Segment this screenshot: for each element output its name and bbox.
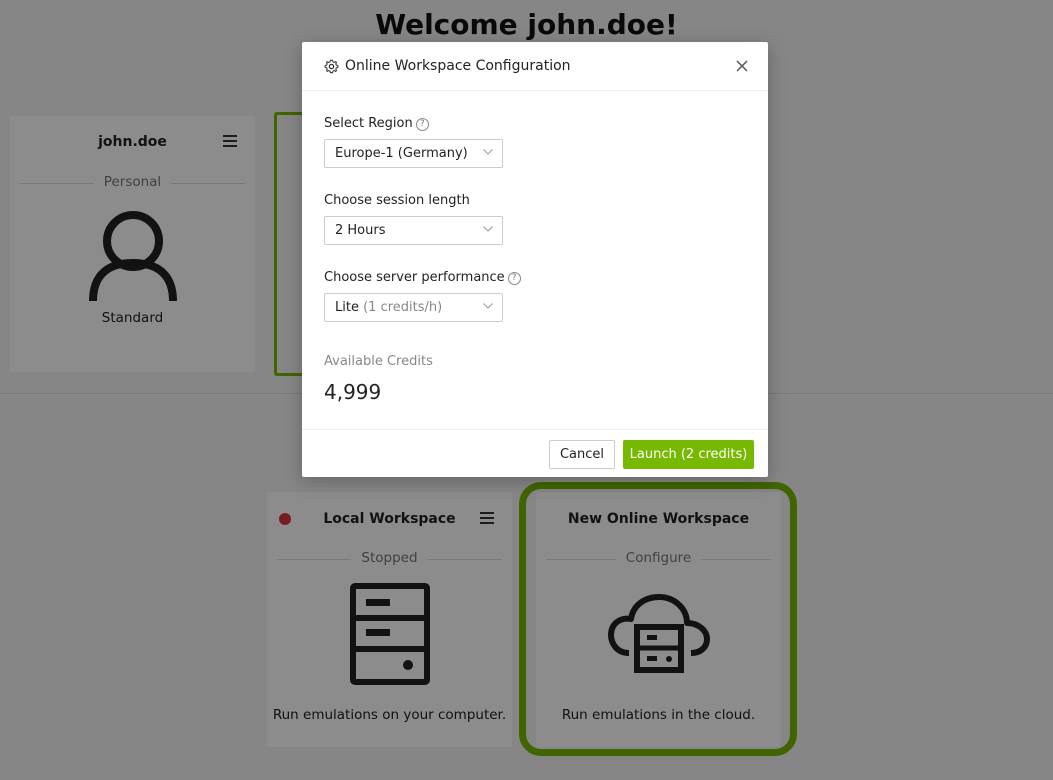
modal-title: Online Workspace Configuration	[345, 58, 571, 74]
performance-detail: (1 credits/h)	[363, 300, 443, 315]
region-select[interactable]: Europe-1 (Germany)	[324, 139, 503, 168]
cancel-button[interactable]: Cancel	[549, 440, 615, 469]
performance-select[interactable]: Lite (1 credits/h)	[324, 293, 503, 322]
gear-icon	[324, 59, 339, 74]
performance-label: Choose server performance?	[324, 270, 521, 285]
chevron-down-icon	[483, 303, 493, 309]
session-select[interactable]: 2 Hours	[324, 216, 503, 245]
chevron-down-icon	[483, 149, 493, 155]
online-workspace-modal: Online Workspace Configuration Select Re…	[302, 42, 768, 477]
help-icon[interactable]: ?	[415, 118, 429, 131]
modal-footer: Cancel Launch (2 credits)	[302, 429, 768, 477]
close-icon[interactable]	[732, 56, 752, 76]
chevron-down-icon	[483, 226, 493, 232]
session-label: Choose session length	[324, 193, 470, 208]
credits-value: 4,999	[324, 380, 382, 404]
modal-header: Online Workspace Configuration	[302, 42, 768, 91]
help-icon[interactable]: ?	[507, 272, 521, 285]
launch-button[interactable]: Launch (2 credits)	[623, 440, 754, 469]
credits-label: Available Credits	[324, 354, 433, 369]
region-label: Select Region?	[324, 116, 429, 131]
